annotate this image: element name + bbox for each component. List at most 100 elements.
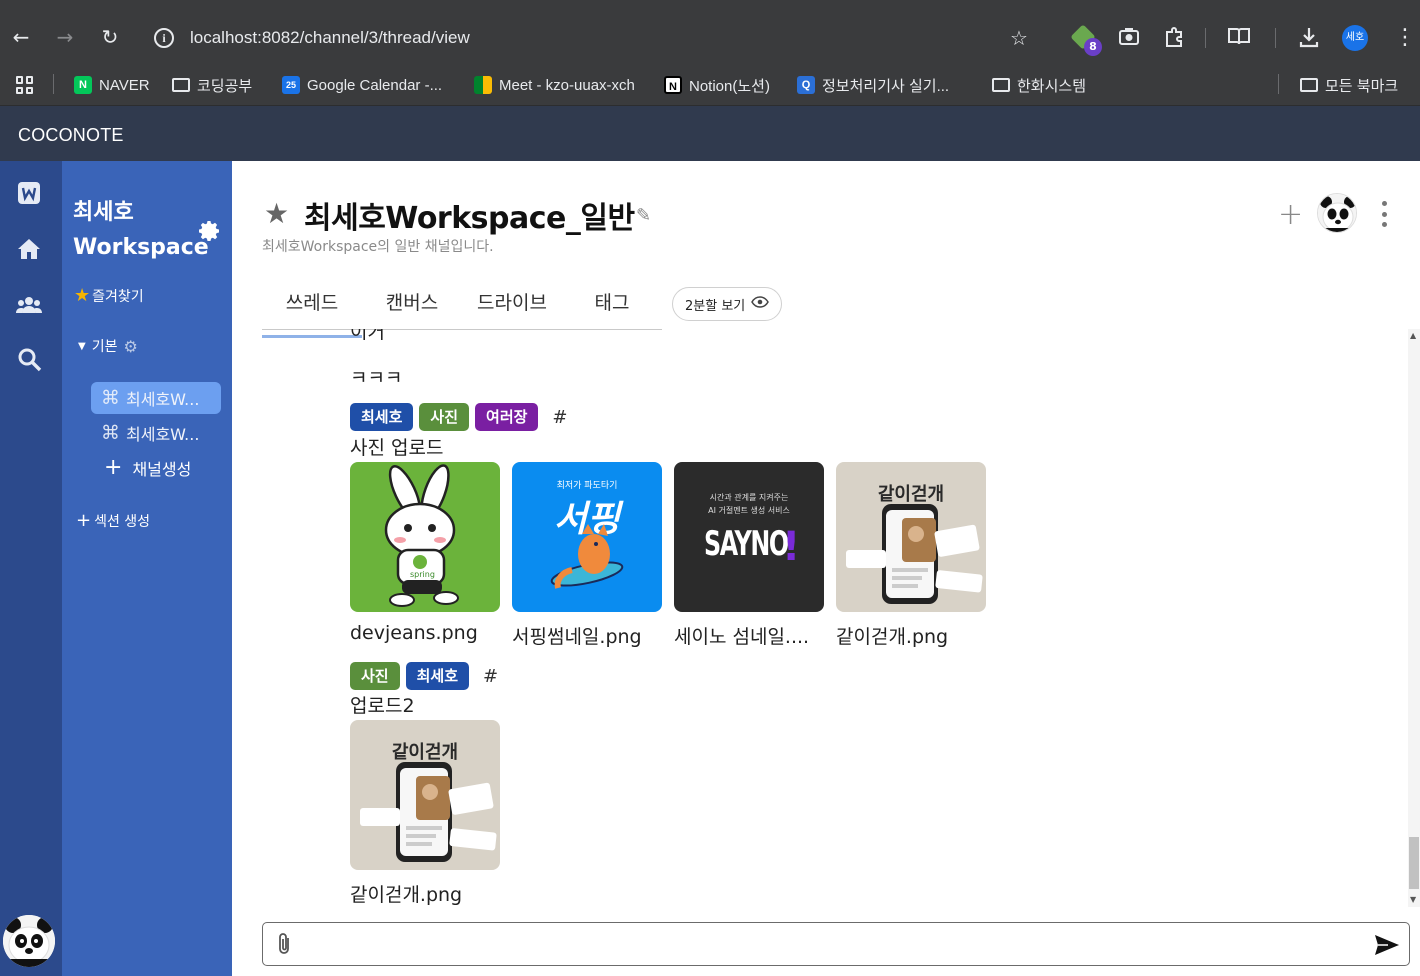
scrollbar-thumb[interactable] xyxy=(1409,837,1419,889)
app-header: COCONOTE xyxy=(0,106,1420,161)
tab-tag[interactable]: 태그 xyxy=(562,286,662,329)
reading-list-icon[interactable] xyxy=(1227,26,1251,51)
extensions-puzzle-icon[interactable] xyxy=(1163,26,1185,53)
sidebar-channel-item[interactable]: ⌘ 최세호W... xyxy=(91,417,221,449)
search-icon[interactable] xyxy=(14,345,44,375)
devjeans-image[interactable]: spring xyxy=(350,462,500,612)
app-title[interactable]: COCONOTE xyxy=(18,125,124,146)
image-attachment[interactable]: 시간과 관계를 지켜주는 AI 거절멘트 생성 서비스 SAYNO ! 세이노 … xyxy=(674,462,824,649)
camera-icon[interactable] xyxy=(1118,26,1140,51)
workspace-name[interactable]: 최세호 Workspace xyxy=(73,195,209,265)
tag-badge[interactable]: 사진 xyxy=(419,403,470,431)
extension-badge: 8 xyxy=(1084,38,1102,56)
member-avatar[interactable] xyxy=(1317,193,1357,233)
main-content: ★ 최세호Workspace_일반 ✎ 최세호Workspace의 일반 채널입… xyxy=(232,161,1420,976)
post-tags: 사진 최세호 # xyxy=(350,662,498,690)
bookmark-coding[interactable]: 코딩공부 xyxy=(172,74,252,96)
bookmark-google-calendar[interactable]: 25 Google Calendar -... xyxy=(282,74,442,96)
bookmarks-bar: N NAVER 코딩공부 25 Google Calendar -... Mee… xyxy=(0,62,1420,106)
notion-icon: N xyxy=(664,76,682,94)
favorites-label: 즐겨찾기 xyxy=(92,288,144,305)
edit-pencil-icon[interactable]: ✎ xyxy=(636,205,651,226)
reload-icon[interactable]: ↻ xyxy=(97,24,123,50)
split-view-button[interactable]: 2분할 보기 xyxy=(672,287,783,321)
tag-badge[interactable]: 여러장 xyxy=(475,403,539,431)
image-attachment[interactable]: 같이걷개 같이걷개.png xyxy=(836,462,986,649)
bookmark-meet[interactable]: Meet - kzo-uuax-xch xyxy=(474,74,635,96)
bookmark-label: NAVER xyxy=(99,76,150,94)
add-tag-hash-button[interactable]: # xyxy=(483,666,498,687)
tab-drive[interactable]: 드라이브 xyxy=(462,286,562,329)
bookmark-all[interactable]: 모든 북마크 xyxy=(1300,74,1398,96)
section-settings-gear-icon[interactable]: ⚙ xyxy=(123,337,137,356)
thread-feed: 이거 ㅋㅋㅋ 최세호 사진 여러장 # 사진 업로드 spring devjea… xyxy=(232,329,1408,907)
favorites-item[interactable]: ★ 즐겨찾기 xyxy=(74,285,144,306)
tag-badge[interactable]: 사진 xyxy=(350,662,400,690)
sidebar-channel-item[interactable]: ⌘ 최세호W... xyxy=(91,382,221,414)
calendar-icon: 25 xyxy=(282,76,300,94)
bookmark-naver[interactable]: N NAVER xyxy=(74,74,150,96)
bookmark-label: Google Calendar -... xyxy=(307,76,443,94)
bookmark-star-icon[interactable]: ☆ xyxy=(1010,26,1028,50)
image-attachment[interactable]: spring devjeans.png xyxy=(350,462,500,649)
send-icon[interactable] xyxy=(1373,931,1401,959)
profile-avatar[interactable]: 세호 xyxy=(1342,25,1368,51)
address-bar[interactable]: localhost:8082/channel/3/thread/view xyxy=(190,28,470,48)
folder-icon xyxy=(172,78,190,92)
eye-icon xyxy=(751,296,770,312)
tab-canvas[interactable]: 캔버스 xyxy=(362,286,462,329)
bookmark-label: 모든 북마크 xyxy=(1325,77,1399,95)
members-icon[interactable] xyxy=(14,291,44,321)
attachment-filename[interactable]: 같이걷개.png xyxy=(350,880,502,907)
left-rail xyxy=(0,161,62,976)
image-attachment[interactable]: 같이걷개 같이걷개.png xyxy=(350,720,500,907)
channel-label: 최세호W... xyxy=(126,425,200,444)
workspace-settings-gear-icon[interactable] xyxy=(198,219,222,243)
site-info-icon[interactable]: i xyxy=(154,28,174,48)
plus-icon: + xyxy=(76,510,92,531)
message-text: 이거 xyxy=(350,329,385,343)
channel-tabs: 쓰레드 캔버스 드라이브 태그 xyxy=(262,286,662,338)
bookmark-notion[interactable]: N Notion(노션) xyxy=(664,74,770,96)
attachment-row: 같이걷개 같이걷개.png xyxy=(350,720,500,907)
attachment-filename[interactable]: 세이노 섬네일.... xyxy=(674,622,826,649)
attachment-filename[interactable]: 서핑썸네일.png xyxy=(512,622,664,649)
tag-badge[interactable]: 최세호 xyxy=(350,403,414,431)
download-icon[interactable] xyxy=(1298,26,1320,53)
channel-bookmark-star-icon[interactable]: ★ xyxy=(264,197,289,230)
tag-badge[interactable]: 최세호 xyxy=(405,662,470,690)
create-channel-button[interactable]: + 채널생성 xyxy=(104,455,191,480)
workspace-icon[interactable] xyxy=(14,179,44,209)
section-header[interactable]: ▼ 기본 ⚙ xyxy=(78,336,138,356)
bookmark-hanwha[interactable]: 한화시스템 xyxy=(992,74,1086,96)
bookmark-q[interactable]: Q 정보처리기사 실기... xyxy=(797,74,949,96)
walk-together-image[interactable]: 같이걷개 xyxy=(836,462,986,612)
apps-grid-icon[interactable] xyxy=(16,76,34,94)
create-channel-label: 채널생성 xyxy=(132,459,192,479)
surfing-image[interactable]: 최저가 파도타기 서핑 xyxy=(512,462,662,612)
message-composer[interactable] xyxy=(262,922,1410,966)
naver-icon: N xyxy=(74,76,92,94)
scroll-up-icon[interactable]: ▲ xyxy=(1410,331,1416,340)
more-vertical-icon[interactable] xyxy=(1374,201,1394,227)
browser-menu-icon[interactable]: ⋮ xyxy=(1394,26,1416,50)
post-tags: 최세호 사진 여러장 # xyxy=(350,403,568,431)
tab-thread[interactable]: 쓰레드 xyxy=(262,286,362,338)
walk-together-image[interactable]: 같이걷개 xyxy=(350,720,500,870)
scroll-down-icon[interactable]: ▼ xyxy=(1410,895,1416,904)
folder-icon xyxy=(992,78,1010,92)
image-attachment[interactable]: 최저가 파도타기 서핑 서핑썸네일.png xyxy=(512,462,662,649)
feed-scrollbar[interactable]: ▲ ▼ xyxy=(1408,329,1420,907)
paperclip-icon[interactable] xyxy=(273,931,295,957)
add-plus-icon[interactable]: + xyxy=(1278,197,1303,232)
forward-icon[interactable]: → xyxy=(52,24,78,50)
attachment-filename[interactable]: devjeans.png xyxy=(350,622,502,644)
home-icon[interactable] xyxy=(14,235,44,265)
add-tag-hash-button[interactable]: # xyxy=(552,407,567,428)
attachment-filename[interactable]: 같이걷개.png xyxy=(836,622,988,649)
user-avatar[interactable] xyxy=(3,915,55,967)
create-section-button[interactable]: + 섹션 생성 xyxy=(76,510,150,531)
back-icon[interactable]: ← xyxy=(8,24,34,50)
caret-down-icon: ▼ xyxy=(78,340,86,352)
sayno-image[interactable]: 시간과 관계를 지켜주는 AI 거절멘트 생성 서비스 SAYNO ! xyxy=(674,462,824,612)
